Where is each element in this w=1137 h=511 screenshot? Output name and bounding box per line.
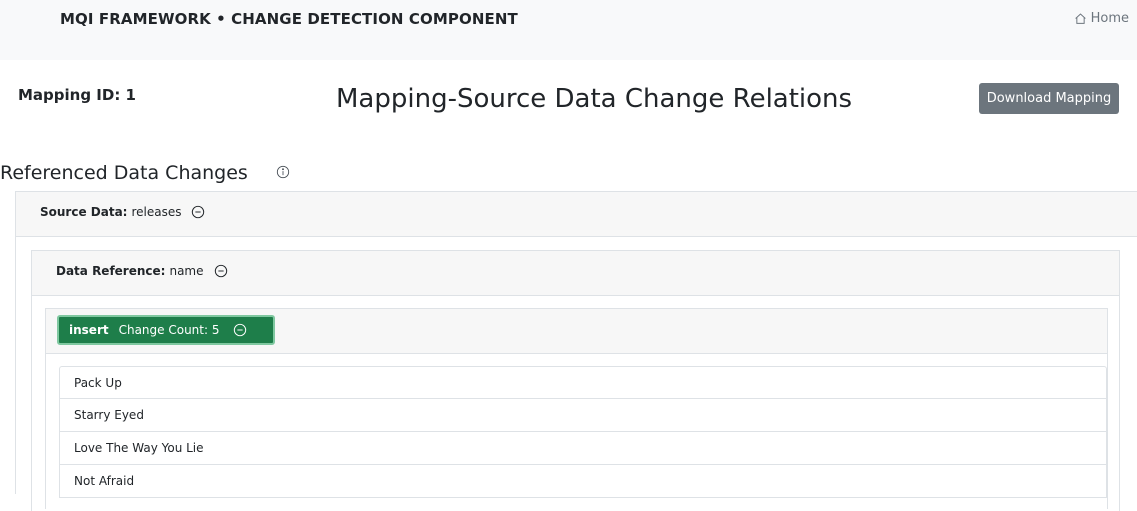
source-data-key: Source Data:: [40, 205, 128, 219]
change-type-card: insert Change Count: 5 Pack Up Starry Ey…: [45, 308, 1108, 509]
home-icon: [1074, 13, 1086, 24]
collapse-icon[interactable]: [191, 205, 205, 219]
list-item: Love The Way You Lie: [59, 432, 1107, 465]
change-count: Change Count: 5: [118, 323, 220, 337]
section-heading: Referenced Data Changes: [0, 162, 248, 184]
mapping-id: Mapping ID: 1: [18, 86, 136, 104]
top-navbar: MQI FRAMEWORK • CHANGE DETECTION COMPONE…: [0, 0, 1137, 60]
data-reference-header: Data Reference: name: [32, 251, 1119, 296]
page-title: Mapping-Source Data Change Relations: [336, 84, 853, 114]
list-item: Starry Eyed: [59, 399, 1107, 432]
source-data-header: Source Data: releases: [16, 192, 1137, 237]
change-list: Pack Up Starry Eyed Love The Way You Lie…: [59, 366, 1107, 498]
source-data-card: Source Data: releases Data Reference: na…: [15, 191, 1137, 511]
insert-change-toggle[interactable]: insert Change Count: 5: [57, 315, 275, 345]
source-data-value: releases: [131, 205, 182, 219]
home-link-label: Home: [1090, 11, 1129, 26]
download-mapping-button[interactable]: Download Mapping: [979, 83, 1119, 114]
data-reference-key: Data Reference:: [56, 264, 166, 278]
list-item: Not Afraid: [59, 465, 1107, 498]
collapse-icon[interactable]: [214, 264, 228, 278]
home-link[interactable]: Home: [1074, 11, 1129, 26]
change-type-header: insert Change Count: 5: [46, 309, 1107, 354]
list-item: Pack Up: [59, 366, 1107, 399]
data-reference-card: Data Reference: name insert Change Count…: [31, 250, 1120, 511]
info-icon[interactable]: [276, 165, 290, 179]
app-brand[interactable]: MQI FRAMEWORK • CHANGE DETECTION COMPONE…: [60, 10, 518, 28]
collapse-icon[interactable]: [233, 323, 247, 337]
change-operation: insert: [69, 323, 109, 337]
data-reference-value: name: [169, 264, 204, 278]
